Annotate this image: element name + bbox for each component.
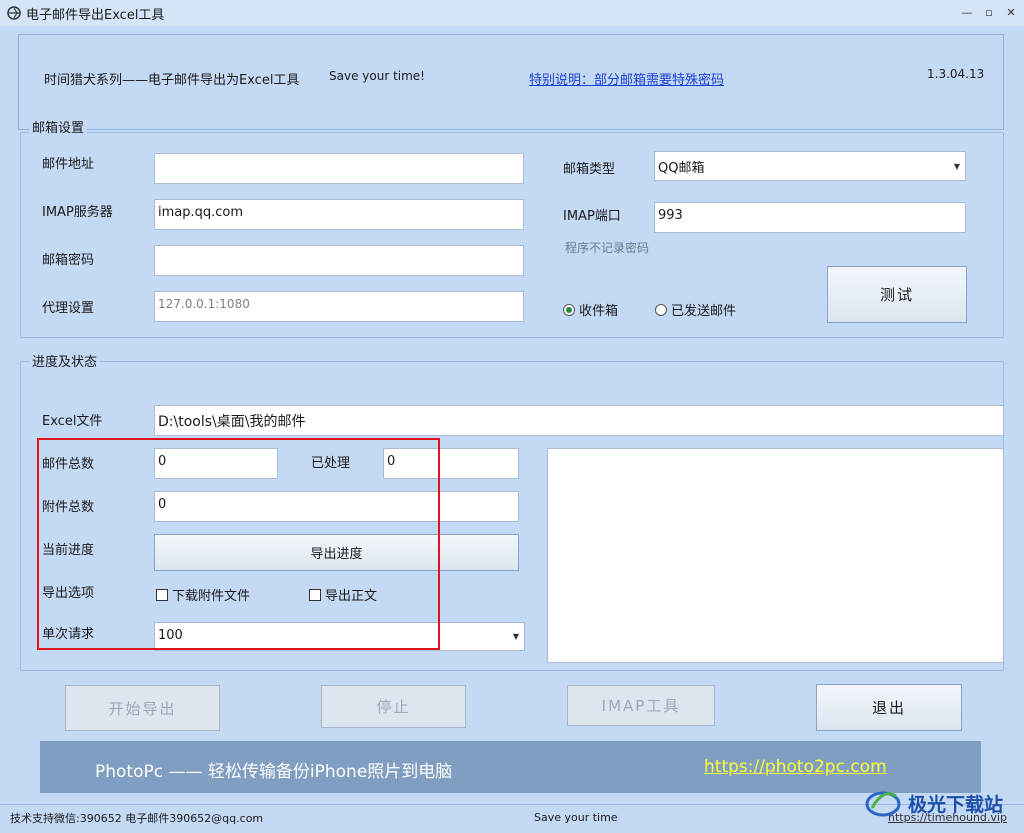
minimize-button[interactable]: — [958,4,976,20]
imap-port-input[interactable]: 993 [654,202,966,233]
proxy-label: 代理设置 [42,301,95,316]
radio-inbox-label: 收件箱 [579,304,619,319]
password-input[interactable] [154,245,524,276]
chevron-down-icon[interactable]: ▼ [508,623,524,650]
notice-link[interactable]: 特别说明：部分邮箱需要特殊密码 [529,69,724,88]
mailbox-group-title: 邮箱设置 [29,117,88,136]
chevron-down-icon[interactable]: ▼ [949,152,965,180]
start-export-button[interactable]: 开始导出 [65,685,220,731]
header-box: 时间猎犬系列——电子邮件导出为Excel工具 Save your time! 特… [18,34,1004,130]
progress-group-title: 进度及状态 [29,351,101,370]
watermark-logo-icon [865,791,901,817]
status-center-text: Save your time [534,811,618,824]
radio-sent-dot[interactable] [655,303,667,316]
banner-text: PhotoPc —— 轻松传输备份iPhone照片到电脑 [95,762,453,782]
excel-file-label: Excel文件 [42,414,103,429]
proxy-input[interactable]: 127.0.0.1:1080 [154,291,524,322]
imap-server-label: IMAP服务器 [42,205,113,220]
window-title: 电子邮件导出Excel工具 [26,7,165,23]
log-panel[interactable] [547,448,1004,663]
watermark-text: 极光下载站 [908,793,1004,816]
version-label: 1.3.04.13 [927,67,985,81]
app-icon [7,6,21,20]
imap-server-input[interactable]: imap.qq.com [154,199,524,230]
radio-inbox[interactable]: 收件箱 [563,300,618,319]
restore-button[interactable]: ▫ [980,4,998,20]
password-label: 邮箱密码 [42,253,95,268]
title-bar: 电子邮件导出Excel工具 — ▫ ✕ [0,0,1024,26]
stop-button[interactable]: 停止 [321,685,466,728]
excel-file-input[interactable]: D:\tools\桌面\我的邮件 [154,405,1004,436]
mailbox-type-value: QQ邮箱 [658,161,705,176]
email-input[interactable] [154,153,524,184]
promo-banner: PhotoPc —— 轻松传输备份iPhone照片到电脑 https://pho… [40,741,981,793]
email-label: 邮件地址 [42,157,95,172]
test-button[interactable]: 测试 [827,266,967,323]
main-panel: 时间猎犬系列——电子邮件导出为Excel工具 Save your time! 特… [0,26,1024,833]
banner-link[interactable]: https://photo2pc.com [704,757,887,777]
watermark: 极光下载站 [864,778,1024,828]
exit-button[interactable]: 退出 [816,684,962,731]
mailbox-type-select[interactable]: QQ邮箱 ▼ [654,151,966,181]
radio-sent-label: 已发送邮件 [671,304,737,319]
support-info: 技术支持微信:390652 电子邮件390652@qq.com [10,812,264,825]
header-title: 时间猎犬系列——电子邮件导出为Excel工具 [44,73,300,88]
radio-inbox-dot[interactable] [563,303,575,316]
mailbox-type-label: 邮箱类型 [563,162,616,177]
radio-sent[interactable]: 已发送邮件 [655,300,736,319]
highlight-box [37,438,440,650]
imap-tool-button[interactable]: IMAP工具 [567,685,715,726]
imap-port-label: IMAP端口 [563,209,621,224]
header-slogan: Save your time! [329,69,425,83]
close-button[interactable]: ✕ [1002,4,1020,20]
password-note: 程序不记录密码 [565,241,650,255]
